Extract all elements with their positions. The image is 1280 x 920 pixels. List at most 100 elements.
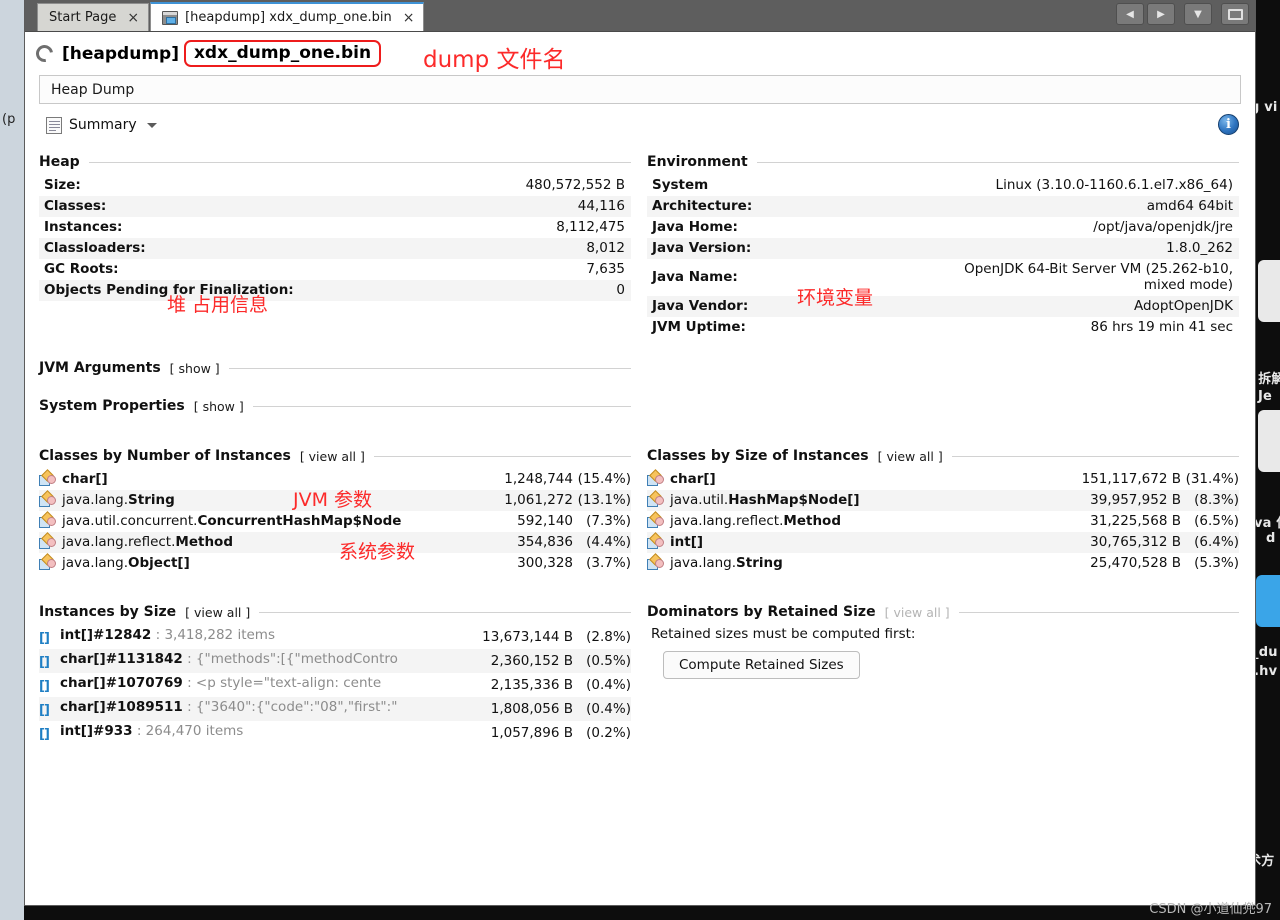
table-row[interactable]: char[] 151,117,672 B (31.4%) [647,469,1239,490]
java-class-icon [647,553,664,570]
table-row: Java Name: OpenJDK 64-Bit Server VM (25.2… [647,259,1239,296]
maximize-icon[interactable] [1221,3,1249,25]
class-name: int[] [670,534,704,550]
env-value: 86 hrs 19 min 41 sec [1090,319,1233,335]
dominators-title: Dominators by Retained Size [647,604,876,620]
instance-size: 2,360,152 B [455,649,573,673]
instance-name: char[]#1131842 [60,651,183,667]
instance-name: char[]#1070769 [60,675,183,691]
heap-panel: Heap Size: 480,572,552 B Classes: 44,116 I… [39,154,631,338]
divider [958,611,1239,613]
class-percent: (6.4%) [1181,532,1239,553]
heap-title-text: Heap [39,154,80,170]
system-properties-show-link[interactable]: [ show ] [194,399,244,414]
close-icon[interactable]: × [403,11,415,25]
classes-by-size-title: Classes by Size of Instances [647,448,869,464]
classes-by-size-view-all-link[interactable]: [ view all ] [878,449,943,464]
info-icon[interactable]: i [1218,114,1239,135]
table-row: Architecture: amd64 64bit [647,196,1239,217]
tab-label: [heapdump] xdx_dump_one.bin [185,10,392,25]
table-row[interactable]: [] int[]#12842 : 3,418,282 items 13,673,1… [39,625,631,649]
class-count: 300,328 [517,555,573,571]
heap-key: Classloaders: [39,238,335,259]
table-row: System Linux (3.10.0-1160.6.1.el7.x86_64) [647,175,1239,196]
summary-document-icon [46,116,62,134]
instances-by-size-view-all-link[interactable]: [ view all ] [185,605,250,620]
heap-dump-label: Heap Dump [51,81,135,98]
table-row[interactable]: java.lang.String 25,470,528 B (5.3%) [647,553,1239,574]
tab-label: Start Page [49,10,117,25]
environment-section-title: Environment [647,154,1239,170]
jvm-arguments-show-link[interactable]: [ show ] [170,361,220,376]
env-value: AdoptOpenJDK [943,296,1239,317]
env-key: Java Version: [647,238,943,259]
classes-row: Classes by Number of Instances [ view al… [39,448,1241,574]
compute-retained-sizes-button[interactable]: Compute Retained Sizes [663,651,860,679]
table-row[interactable]: [] char[]#1131842 : {"methods":[{"methodC… [39,649,631,673]
class-package: java.lang. [62,492,129,508]
tab-scroll-right-button[interactable]: ▶ [1147,3,1175,25]
jvm-arguments-section: JVM Arguments [ show ] [39,360,631,376]
instances-by-size-panel: Instances by Size [ view all ] [] int[]#1… [39,604,631,745]
java-class-icon [39,532,56,549]
annotation-jvm-arguments: JVM 参数 [293,489,373,511]
tab-scroll-left-button[interactable]: ◀ [1116,3,1144,25]
heap-dump-section-header: Heap Dump [39,75,1241,104]
chevron-down-icon[interactable] [146,122,157,128]
table-row[interactable]: java.util.HashMap$Node[] 39,957,952 B (8… [647,490,1239,511]
table-row[interactable]: java.lang.Object[] 300,328 (3.7%) [39,553,631,574]
watermark: CSDN @小道仙兠97 [1149,902,1272,917]
table-row: Classes: 44,116 [39,196,631,217]
annotation-dump-file: dump 文件名 [423,47,566,73]
class-percent: (13.1%) [573,490,631,511]
classes-by-instances-view-all-link[interactable]: [ view all ] [300,449,365,464]
classes-by-size-panel: Classes by Size of Instances [ view all … [647,448,1239,574]
background-fragment: .hv [1254,664,1278,679]
class-package: java.lang. [670,555,737,571]
background-fragment-left: (p [2,112,16,127]
divider [259,611,631,613]
tab-list-dropdown-button[interactable]: ▼ [1184,3,1212,25]
java-class-icon [39,511,56,528]
table-row[interactable]: int[] 30,765,312 B (6.4%) [647,532,1239,553]
table-row[interactable]: java.lang.reflect.Method 31,225,568 B (6… [647,511,1239,532]
divider [951,455,1239,457]
table-row[interactable]: [] char[]#1089511 : {"3640":{"code":"08",… [39,697,631,721]
table-row: Instances: 8,112,475 [39,217,631,238]
table-row: JVM Uptime: 86 hrs 19 min 41 sec [647,317,1239,338]
array-instance-icon: [] [39,727,50,742]
instance-size: 1,808,056 B [455,697,573,721]
tab-start-page[interactable]: Start Page × [37,3,150,31]
class-size: 30,765,312 B [1063,532,1181,553]
tab-heapdump[interactable]: [heapdump] xdx_dump_one.bin × [150,2,425,31]
annotation-system-properties: 系统参数 [339,541,416,563]
annotation-heap: 堆 占用信息 [167,294,269,316]
class-name: String [736,555,783,571]
array-instance-icon: [] [39,631,50,646]
jvm-arguments-title: JVM Arguments [39,360,161,376]
left-background-strip: (p [0,0,24,920]
class-percent: (4.4%) [573,532,631,553]
java-class-icon [647,511,664,528]
close-icon[interactable]: × [127,11,139,25]
table-row[interactable]: [] char[]#1070769 : <p style="text-align:… [39,673,631,697]
java-class-icon [647,532,664,549]
table-row[interactable]: java.util.concurrent.ConcurrentHashMap$N… [39,511,631,532]
class-percent: (6.5%) [1194,513,1239,529]
divider [228,367,631,369]
class-package: java.util.concurrent. [62,513,198,529]
instance-detail: : {"3640":{"code":"08","first":" [182,699,398,715]
env-key: Java Vendor: [647,296,943,317]
table-row[interactable]: java.lang.reflect.Method 354,836 (4.4%) [39,532,631,553]
table-row[interactable]: [] int[]#933 : 264,470 items 1,057,896 B … [39,721,631,745]
classes-by-instances-title: Classes by Number of Instances [39,448,291,464]
heap-value: 8,012 [335,238,631,259]
class-name: Method [175,534,233,550]
background-card-blue [1256,575,1280,627]
class-percent: (31.4%) [1185,471,1239,487]
summary-view-selector[interactable]: Summary [39,113,166,138]
env-value: Linux (3.10.0-1160.6.1.el7.x86_64) [995,177,1233,193]
class-package: java.util. [670,492,729,508]
class-name: Method [783,513,841,529]
table-row: Size: 480,572,552 B [39,175,631,196]
